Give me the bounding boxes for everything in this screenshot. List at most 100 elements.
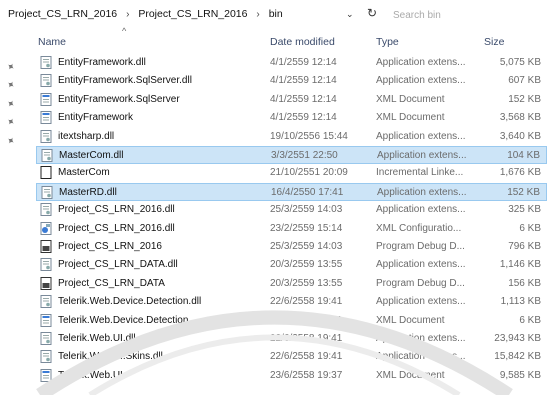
file-name: Telerik.Web.UI.dll <box>58 333 136 344</box>
dll-file-icon <box>41 185 53 199</box>
pin-icon[interactable]: ✦ <box>4 134 17 148</box>
file-type: Program Debug D... <box>376 241 465 252</box>
file-date-modified: 20/3/2559 13:55 <box>270 277 343 289</box>
file-date-modified: 4/1/2559 12:14 <box>270 93 337 105</box>
breadcrumb-item-project-root[interactable]: Project_CS_LRN_2016 <box>8 8 117 20</box>
file-date-modified: 25/3/2559 14:03 <box>270 204 343 216</box>
file-type: Application extens... <box>376 130 466 142</box>
file-size: 1,113 KB <box>500 296 541 308</box>
file-row[interactable]: Project_CS_LRN_2016.dll 23/2/2559 15:14 XM… <box>36 220 547 238</box>
file-name: Project_CS_LRN_DATA.dll <box>58 259 178 271</box>
search-box[interactable] <box>387 5 549 25</box>
file-size: 9,585 KB <box>499 369 541 381</box>
dll-file-icon <box>40 295 52 309</box>
column-header-date[interactable]: Date modified <box>270 36 335 48</box>
column-header-type[interactable]: Type <box>376 36 399 48</box>
file-row[interactable]: EntityFramework.SqlServer 4/1/2559 12:14 X… <box>36 91 547 109</box>
pdb-file-icon <box>40 240 52 253</box>
file-name: Project_CS_LRN_DATA <box>58 277 165 289</box>
xml-file-icon <box>40 111 52 125</box>
file-row[interactable]: Project_CS_LRN_DATA 20/3/2559 13:55 Progra… <box>36 275 547 293</box>
file-date-modified: 22/6/2558 19:41 <box>270 296 343 308</box>
breadcrumb: Project_CS_LRN_2016 › Project_CS_LRN_201… <box>8 8 283 20</box>
file-size: 796 KB <box>508 241 541 252</box>
file-name: Telerik.Web.Device.Detection <box>58 314 189 326</box>
file-date-modified: 4/1/2559 12:14 <box>270 57 337 68</box>
file-size: 1,676 KB <box>499 167 541 179</box>
file-row[interactable]: EntityFramework 4/1/2559 12:14 XML Documen… <box>36 109 547 127</box>
column-header-size[interactable]: Size <box>484 36 504 48</box>
file-row[interactable]: MasterCom 21/10/2551 20:09 Incremental Lin… <box>36 164 547 182</box>
file-type: XML Document <box>376 314 445 326</box>
file-type: XML Configuratio... <box>376 222 462 234</box>
file-name: Telerik.Web.UI <box>58 369 123 381</box>
refresh-icon[interactable]: ↻ <box>367 6 377 20</box>
file-name: MasterRD.dll <box>59 186 117 198</box>
ilk-file-icon <box>40 166 52 180</box>
pin-icon[interactable]: ✦ <box>4 97 17 111</box>
file-date-modified: 21/10/2551 20:09 <box>270 167 348 179</box>
chevron-down-icon[interactable]: ⌄ <box>346 9 354 20</box>
file-size: 152 KB <box>508 93 541 105</box>
file-date-modified: 23/6/2558 19:37 <box>270 369 343 381</box>
file-row[interactable]: MasterCom.dll 3/3/2551 22:50 Application e… <box>36 146 547 164</box>
dll-file-icon <box>40 203 52 217</box>
file-type: XML Document <box>376 93 445 105</box>
file-row[interactable]: MasterRD.dll 16/4/2550 17:41 Application e… <box>36 182 547 201</box>
dll-file-icon <box>40 332 52 345</box>
file-row[interactable]: EntityFramework.SqlServer.dll 4/1/2559 12… <box>36 72 547 90</box>
dll-file-icon <box>40 74 52 88</box>
xml-file-icon <box>40 313 52 327</box>
file-date-modified: 20/3/2559 13:55 <box>270 259 343 271</box>
file-size: 15,842 KB <box>494 351 541 363</box>
file-row[interactable]: Project_CS_LRN_2016.dll 25/3/2559 14:03 Ap… <box>36 201 547 219</box>
column-header-name[interactable]: Name <box>38 36 66 48</box>
file-size: 1,146 KB <box>499 259 541 271</box>
xml-file-icon <box>40 368 52 382</box>
xml-file-icon <box>40 92 52 106</box>
file-name: Telerik.Web.UI.Skins.dll <box>58 351 163 363</box>
file-type: Program Debug D... <box>376 277 465 289</box>
file-row[interactable]: EntityFramework.dll 4/1/2559 12:14 Applica… <box>36 54 547 72</box>
file-row[interactable]: Telerik.Web.Device.Detection 23/6/2558 19… <box>36 312 547 330</box>
pin-icon[interactable]: ✦ <box>4 61 17 75</box>
file-date-modified: 19/10/2556 15:44 <box>270 130 348 142</box>
file-type: Application extens... <box>376 57 466 68</box>
search-input[interactable] <box>387 7 549 24</box>
breadcrumb-separator: › <box>126 9 130 20</box>
breadcrumb-item-bin[interactable]: bin <box>269 8 283 20</box>
file-row[interactable]: Project_CS_LRN_DATA.dll 20/3/2559 13:55 Ap… <box>36 256 547 274</box>
file-name: EntityFramework <box>58 112 134 124</box>
file-type: Application extens... <box>376 259 466 271</box>
dll-file-icon <box>41 149 53 162</box>
pin-icon[interactable]: ✦ <box>4 116 17 130</box>
file-type: Application extens... <box>376 296 466 308</box>
file-size: 6 KB <box>519 314 541 326</box>
file-row[interactable]: Telerik.Web.UI.dll 22/6/2558 19:41 Applica… <box>36 330 547 348</box>
file-date-modified: 23/2/2559 15:14 <box>270 222 343 234</box>
address-bar: Project_CS_LRN_2016 › Project_CS_LRN_201… <box>0 0 549 30</box>
file-size: 6 KB <box>519 222 541 234</box>
file-row[interactable]: Telerik.Web.Device.Detection.dll 22/6/255… <box>36 293 547 311</box>
breadcrumb-item-project[interactable]: Project_CS_LRN_2016 <box>138 8 247 20</box>
file-date-modified: 4/1/2559 12:14 <box>270 112 337 124</box>
file-name: MasterCom <box>58 167 110 179</box>
file-type: Incremental Linke... <box>376 167 464 179</box>
file-size: 607 KB <box>508 75 541 87</box>
pin-icon[interactable]: ✦ <box>4 79 17 93</box>
file-type: XML Document <box>376 112 445 124</box>
file-row[interactable]: itextsharp.dll 19/10/2556 15:44 Applicatio… <box>36 128 547 146</box>
file-name: Telerik.Web.Device.Detection.dll <box>58 296 202 308</box>
dll-file-icon <box>40 258 52 272</box>
file-date-modified: 25/3/2559 14:03 <box>270 241 343 252</box>
file-size: 5,075 KB <box>499 57 541 68</box>
file-row[interactable]: Telerik.Web.UI.Skins.dll 22/6/2558 19:41 A… <box>36 348 547 366</box>
file-row[interactable]: Project_CS_LRN_2016 25/3/2559 14:03 Progra… <box>36 238 547 256</box>
file-size: 3,640 KB <box>499 130 541 142</box>
file-name: Project_CS_LRN_2016.dll <box>58 204 175 216</box>
file-row[interactable]: Telerik.Web.UI 23/6/2558 19:37 XML Documen… <box>36 367 547 385</box>
file-date-modified: 3/3/2551 22:50 <box>271 150 338 161</box>
file-size: 152 KB <box>507 186 540 198</box>
dll-file-icon <box>40 129 52 143</box>
file-date-modified: 23/6/2558 19:41 <box>270 314 343 326</box>
